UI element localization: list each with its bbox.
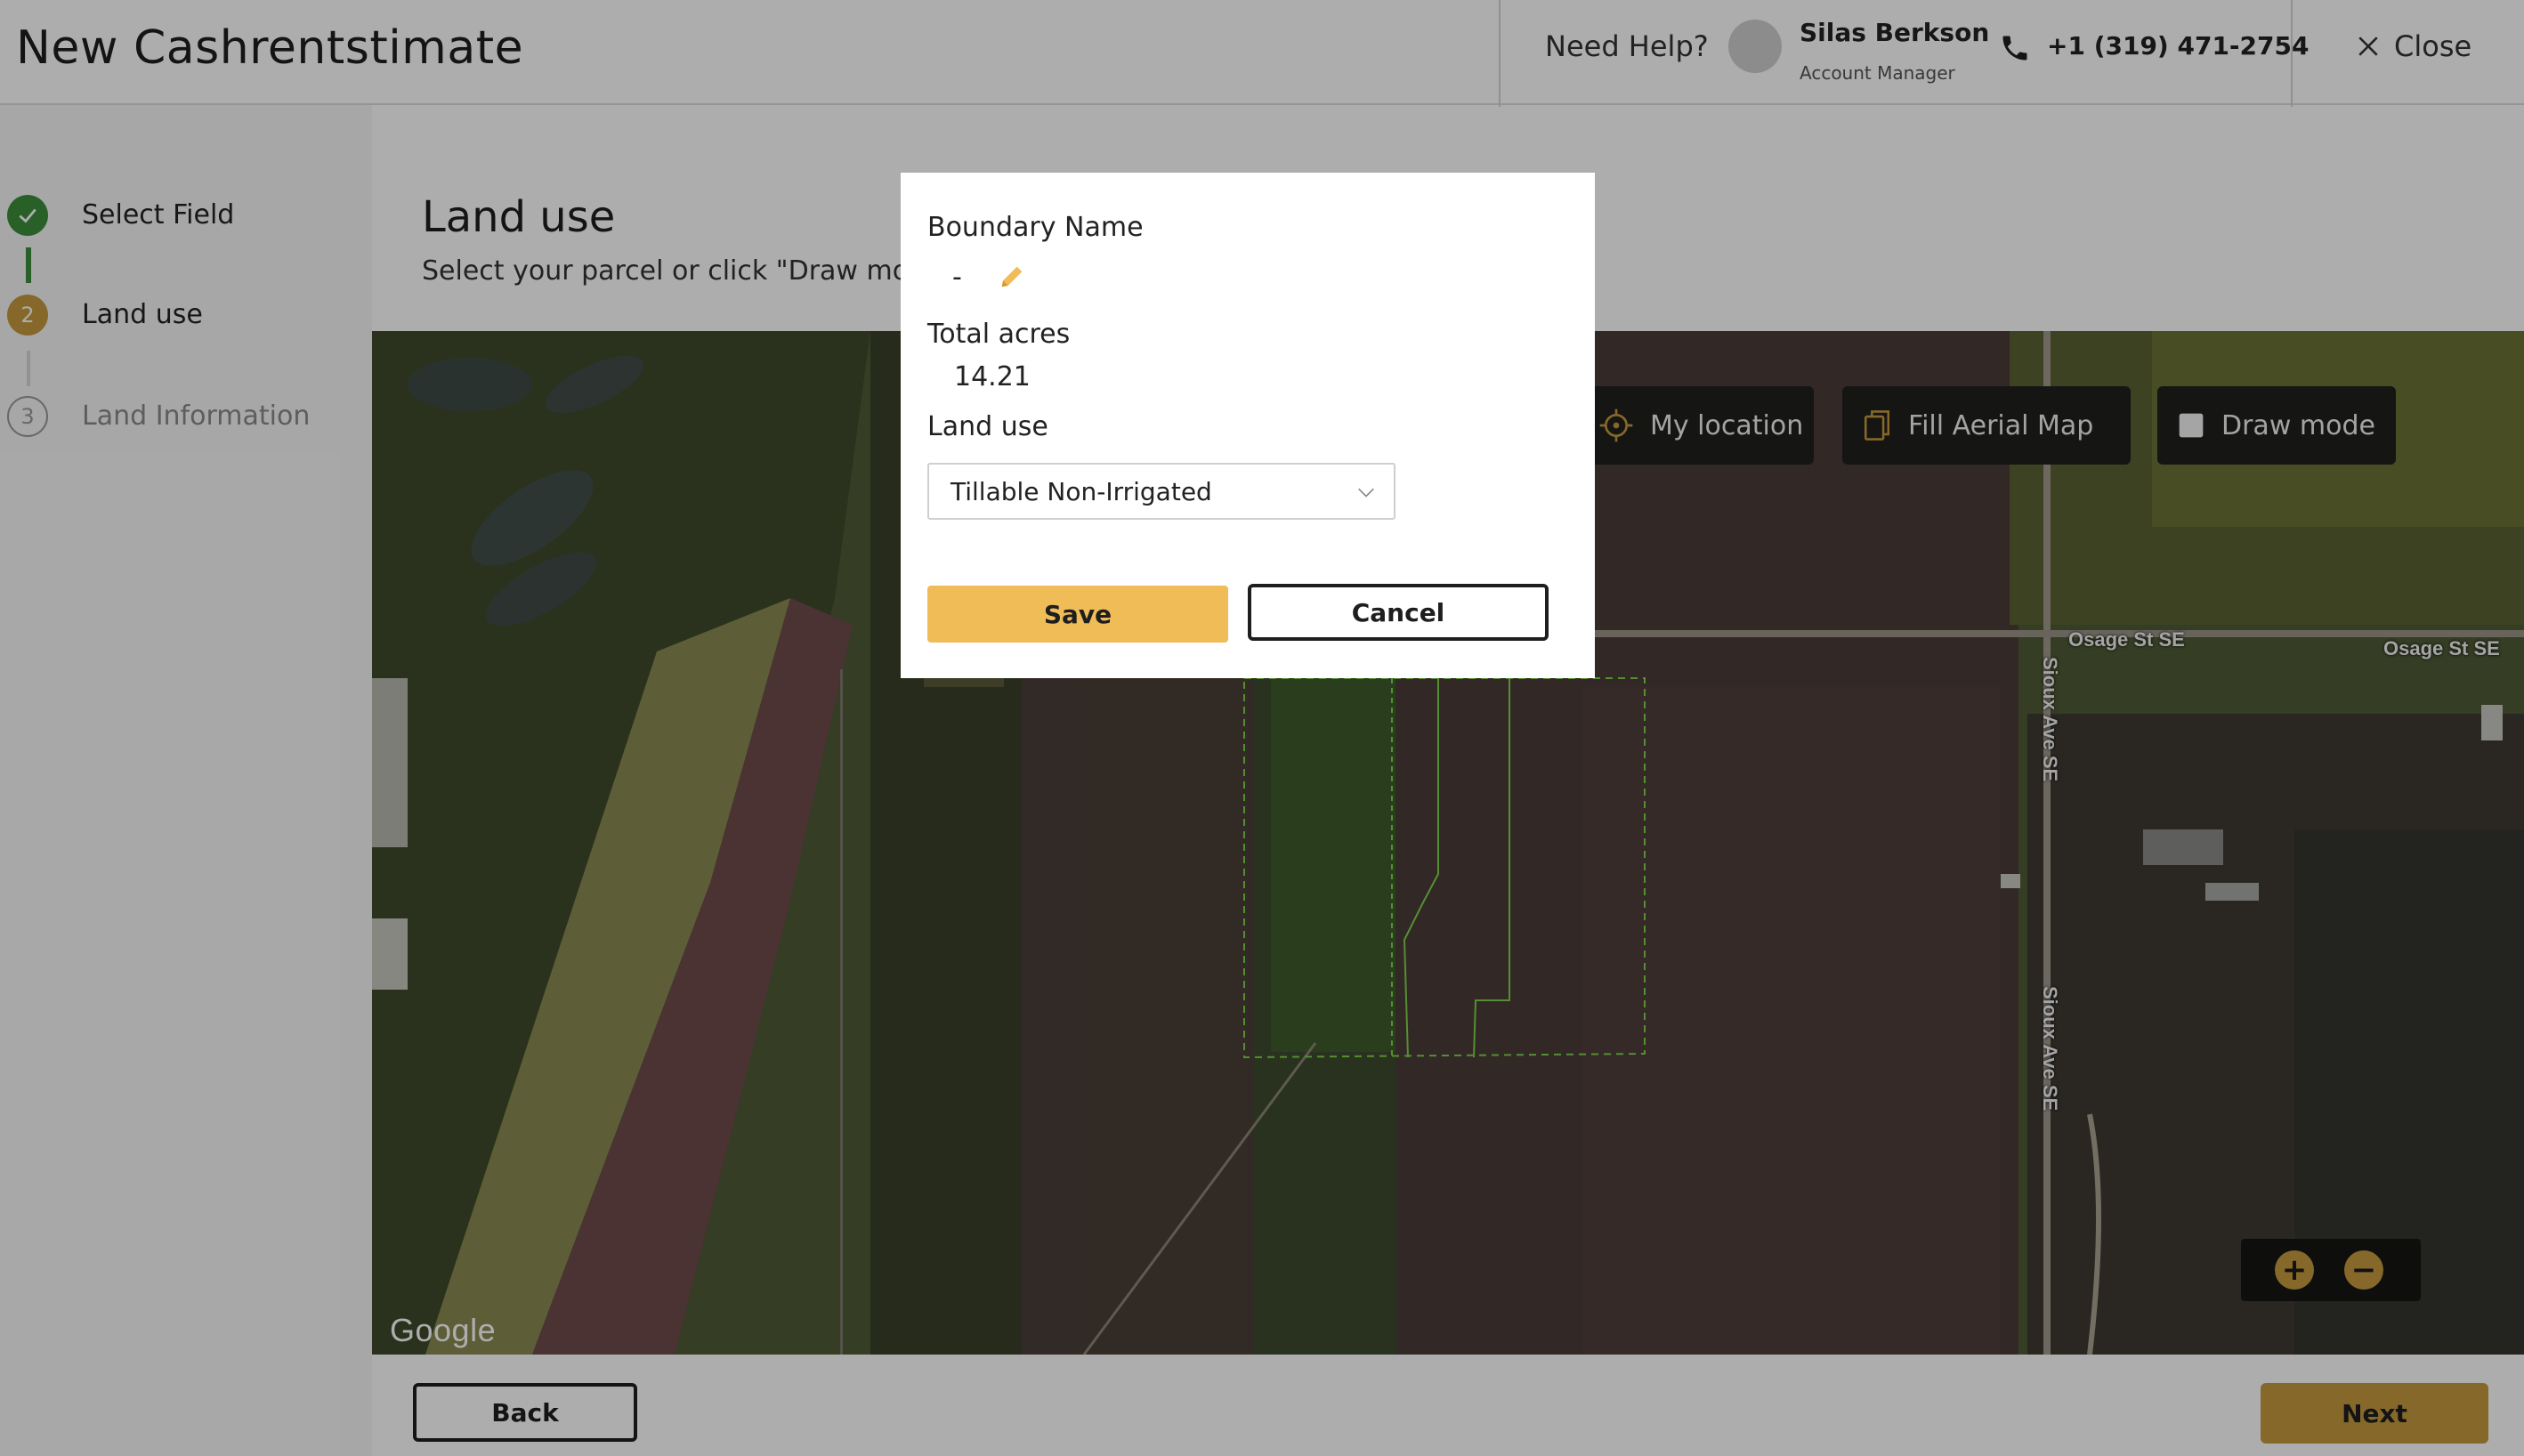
- total-acres-value: 14.21: [954, 361, 1031, 392]
- land-use-selected-value: Tillable Non-Irrigated: [951, 476, 1212, 506]
- total-acres-label: Total acres: [927, 319, 1071, 350]
- save-button[interactable]: Save: [927, 586, 1228, 643]
- land-use-label: Land use: [927, 411, 1048, 442]
- cancel-button[interactable]: Cancel: [1248, 584, 1549, 641]
- boundary-name-label: Boundary Name: [927, 212, 1144, 243]
- land-use-select[interactable]: Tillable Non-Irrigated: [927, 463, 1395, 520]
- chevron-down-icon: [1358, 488, 1374, 497]
- boundary-dialog: Boundary Name - Total acres 14.21 Land u…: [901, 173, 1595, 678]
- boundary-name-value: -: [952, 262, 962, 293]
- pencil-icon[interactable]: [997, 262, 1027, 292]
